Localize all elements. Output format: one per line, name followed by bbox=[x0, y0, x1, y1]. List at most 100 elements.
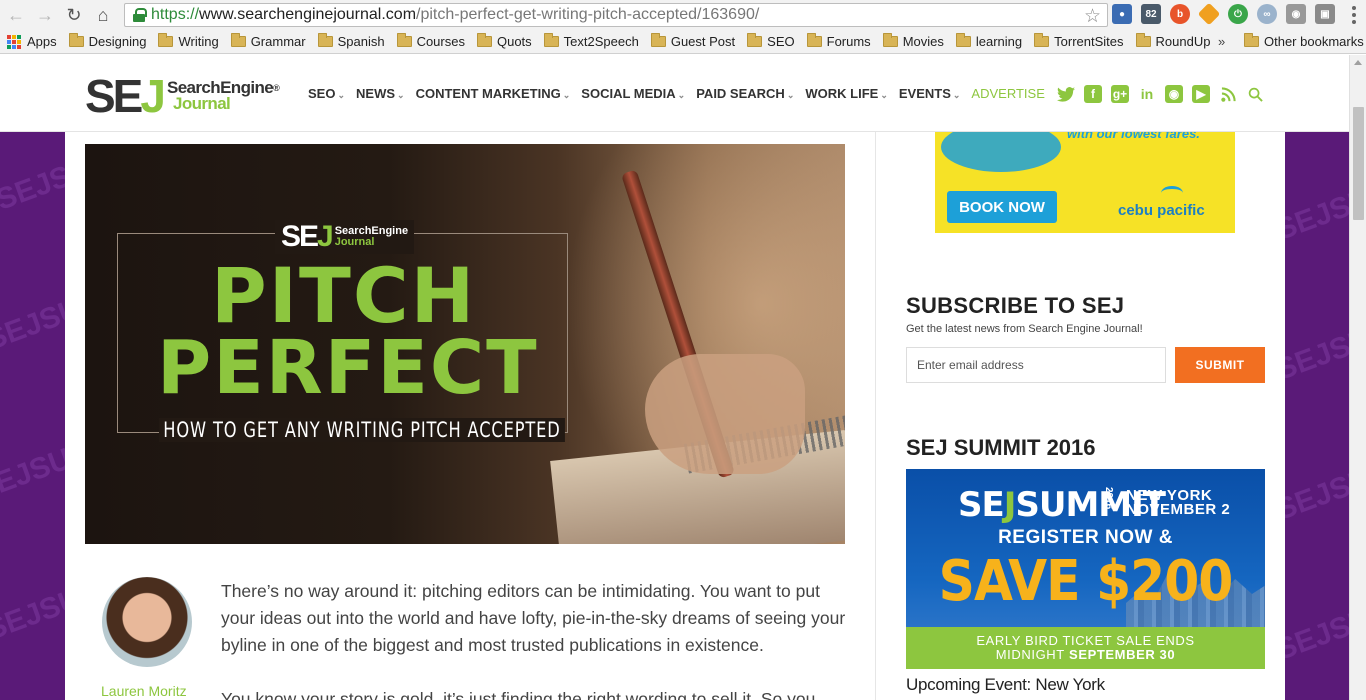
nav-item-social-media[interactable]: SOCIAL MEDIA ⌄ bbox=[581, 86, 685, 101]
email-field[interactable] bbox=[906, 347, 1166, 383]
folder-icon bbox=[396, 33, 412, 47]
bookmark-label: Apps bbox=[27, 34, 57, 49]
home-icon[interactable]: ⌂ bbox=[90, 2, 116, 28]
page-scrollbar[interactable] bbox=[1349, 55, 1366, 700]
bookmark-folder[interactable]: Forums bbox=[806, 33, 871, 49]
bookmark-folder[interactable]: TorrentSites bbox=[1034, 33, 1124, 49]
extension-b-icon[interactable]: b bbox=[1170, 4, 1190, 24]
book-now-button[interactable]: BOOK NOW bbox=[947, 191, 1057, 223]
site-logo[interactable]: SEJ SearchEngine® Journal bbox=[85, 73, 280, 119]
submit-button[interactable]: SUBMIT bbox=[1175, 347, 1265, 383]
folder-icon bbox=[650, 33, 666, 47]
folder-icon bbox=[882, 33, 898, 47]
folder-icon bbox=[476, 33, 492, 47]
extension-badge-icon[interactable]: 82 bbox=[1141, 4, 1161, 24]
nav-item-work-life[interactable]: WORK LIFE ⌄ bbox=[805, 86, 887, 101]
bookmark-label: Text2Speech bbox=[563, 34, 639, 49]
extension-diamond-icon[interactable] bbox=[1197, 2, 1221, 26]
summit-ad-location: NEW YORK NOVEMBER 2 bbox=[1126, 487, 1231, 518]
nav-item-seo[interactable]: SEO ⌄ bbox=[308, 86, 345, 101]
upcoming-event-title[interactable]: Upcoming Event: New York bbox=[906, 675, 1105, 695]
other-bookmarks[interactable]: Other bookmarks bbox=[1244, 33, 1364, 49]
bookmark-folder[interactable]: RoundUp bbox=[1135, 33, 1210, 49]
linkedin-icon[interactable]: in bbox=[1138, 85, 1156, 103]
search-icon[interactable] bbox=[1246, 85, 1264, 103]
chevron-down-icon: ⌄ bbox=[397, 90, 405, 100]
bookmark-folder[interactable]: Courses bbox=[396, 33, 465, 49]
back-arrow-icon[interactable]: ← bbox=[3, 2, 29, 28]
bookmark-label: learning bbox=[975, 34, 1023, 49]
bookmark-label: Courses bbox=[416, 34, 465, 49]
forward-arrow-icon[interactable]: → bbox=[32, 2, 58, 28]
column-divider bbox=[875, 132, 876, 700]
bookmark-label: Other bookmarks bbox=[1264, 34, 1364, 49]
summit-ad[interactable]: SEJSUMMIT 2016 NEW YORK NOVEMBER 2 REGIST… bbox=[906, 469, 1265, 669]
bookmark-apps[interactable]: Apps bbox=[0, 34, 57, 49]
instagram-icon[interactable]: ◉ bbox=[1165, 85, 1183, 103]
bookmark-folder[interactable]: Designing bbox=[68, 33, 147, 49]
bookmarks-bar: Apps Designing Writing Grammar Spanish C… bbox=[0, 30, 1366, 54]
bookmark-label: Designing bbox=[88, 34, 147, 49]
nav-item-news[interactable]: NEWS ⌄ bbox=[356, 86, 405, 101]
bookmark-folder[interactable]: learning bbox=[955, 33, 1023, 49]
bookmark-label: Forums bbox=[826, 34, 871, 49]
chevron-down-icon: ⌄ bbox=[952, 90, 961, 100]
main-nav: SEO ⌄ NEWS ⌄ CONTENT MARKETING ⌄ SOCIAL MED… bbox=[308, 86, 1056, 101]
author-name[interactable]: Lauren Moritz bbox=[101, 683, 187, 699]
url-scheme: https:// bbox=[151, 6, 200, 23]
apps-grid-icon bbox=[7, 34, 21, 49]
extension-power-icon[interactable]: ⏻ bbox=[1228, 4, 1248, 24]
rss-icon[interactable] bbox=[1219, 85, 1237, 103]
bookmark-folder[interactable]: Writing bbox=[158, 33, 219, 49]
reload-icon[interactable]: ↻ bbox=[61, 2, 87, 28]
bookmark-label: Grammar bbox=[250, 34, 306, 49]
extension-person-icon[interactable]: ● bbox=[1112, 4, 1132, 24]
chevron-down-icon: ⌄ bbox=[337, 90, 346, 100]
youtube-icon[interactable]: ▶ bbox=[1192, 85, 1210, 103]
google-plus-icon[interactable]: g+ bbox=[1111, 85, 1129, 103]
scroll-thumb[interactable] bbox=[1353, 107, 1364, 220]
featured-image: SEJ SearchEngine Journal PITCH PERFECT HO… bbox=[85, 144, 845, 544]
extension-image-icon[interactable]: ▣ bbox=[1315, 4, 1335, 24]
facebook-icon[interactable]: f bbox=[1084, 85, 1102, 103]
chevron-down-icon: ⌄ bbox=[880, 90, 888, 100]
nav-item-advertise[interactable]: ADVERTISE bbox=[971, 86, 1044, 101]
summit-ad-register: REGISTER NOW & bbox=[998, 527, 1173, 548]
extension-link-icon[interactable]: ∞ bbox=[1257, 4, 1277, 24]
extension-camera-icon[interactable]: ◉ bbox=[1286, 4, 1306, 24]
author-avatar[interactable] bbox=[102, 577, 192, 667]
site-header: SEJ SearchEngine® Journal SEO ⌄ NEWS ⌄ CON… bbox=[0, 55, 1349, 132]
hero-subtitle: HOW TO GET ANY WRITING PITCH ACCEPTED bbox=[159, 418, 565, 442]
summit-ad-save: SAVE $200 bbox=[938, 549, 1234, 614]
bookmark-folder[interactable]: Quots bbox=[476, 33, 532, 49]
bookmark-label: TorrentSites bbox=[1054, 34, 1124, 49]
bookmark-folder[interactable]: Grammar bbox=[230, 33, 306, 49]
summit-ad-year: 2016 bbox=[1103, 487, 1114, 510]
scroll-up-icon[interactable] bbox=[1354, 60, 1362, 65]
nav-item-events[interactable]: EVENTS ⌄ bbox=[899, 86, 961, 101]
airline-logo-icon bbox=[1161, 186, 1183, 200]
cebu-pacific-ad[interactable]: with our lowest fares. BOOK NOW cebu pac… bbox=[935, 132, 1235, 233]
bookmarks-overflow-icon[interactable]: » bbox=[1218, 34, 1225, 49]
article-paragraph: There’s no way around it: pitching edito… bbox=[221, 581, 846, 655]
bookmark-folder[interactable]: SEO bbox=[747, 33, 795, 49]
address-bar[interactable]: https://www.searchenginejournal.com/pitc… bbox=[124, 3, 1108, 27]
bookmark-folder[interactable]: Spanish bbox=[317, 33, 385, 49]
ad-brand: cebu pacific bbox=[1118, 202, 1205, 219]
url-host: www.searchenginejournal.com bbox=[199, 6, 417, 23]
lock-icon bbox=[133, 8, 147, 22]
browser-menu-icon[interactable] bbox=[1352, 6, 1356, 24]
nav-item-paid-search[interactable]: PAID SEARCH ⌄ bbox=[696, 86, 794, 101]
twitter-icon[interactable] bbox=[1057, 85, 1075, 103]
folder-icon bbox=[1034, 33, 1050, 47]
bookmark-folder[interactable]: Text2Speech bbox=[543, 33, 639, 49]
summit-title: SEJ SUMMIT 2016 bbox=[906, 435, 1096, 460]
subscribe-title: SUBSCRIBE TO SEJ bbox=[906, 293, 1125, 318]
bookmark-folder[interactable]: Guest Post bbox=[650, 33, 735, 49]
logo-wordmark: SearchEngine® Journal bbox=[166, 78, 280, 113]
bookmark-folder[interactable]: Movies bbox=[882, 33, 944, 49]
folder-icon bbox=[158, 33, 174, 47]
bookmark-star-icon[interactable]: ☆ bbox=[1084, 5, 1101, 28]
folder-icon bbox=[230, 33, 246, 47]
nav-item-content-marketing[interactable]: CONTENT MARKETING ⌄ bbox=[416, 86, 571, 101]
